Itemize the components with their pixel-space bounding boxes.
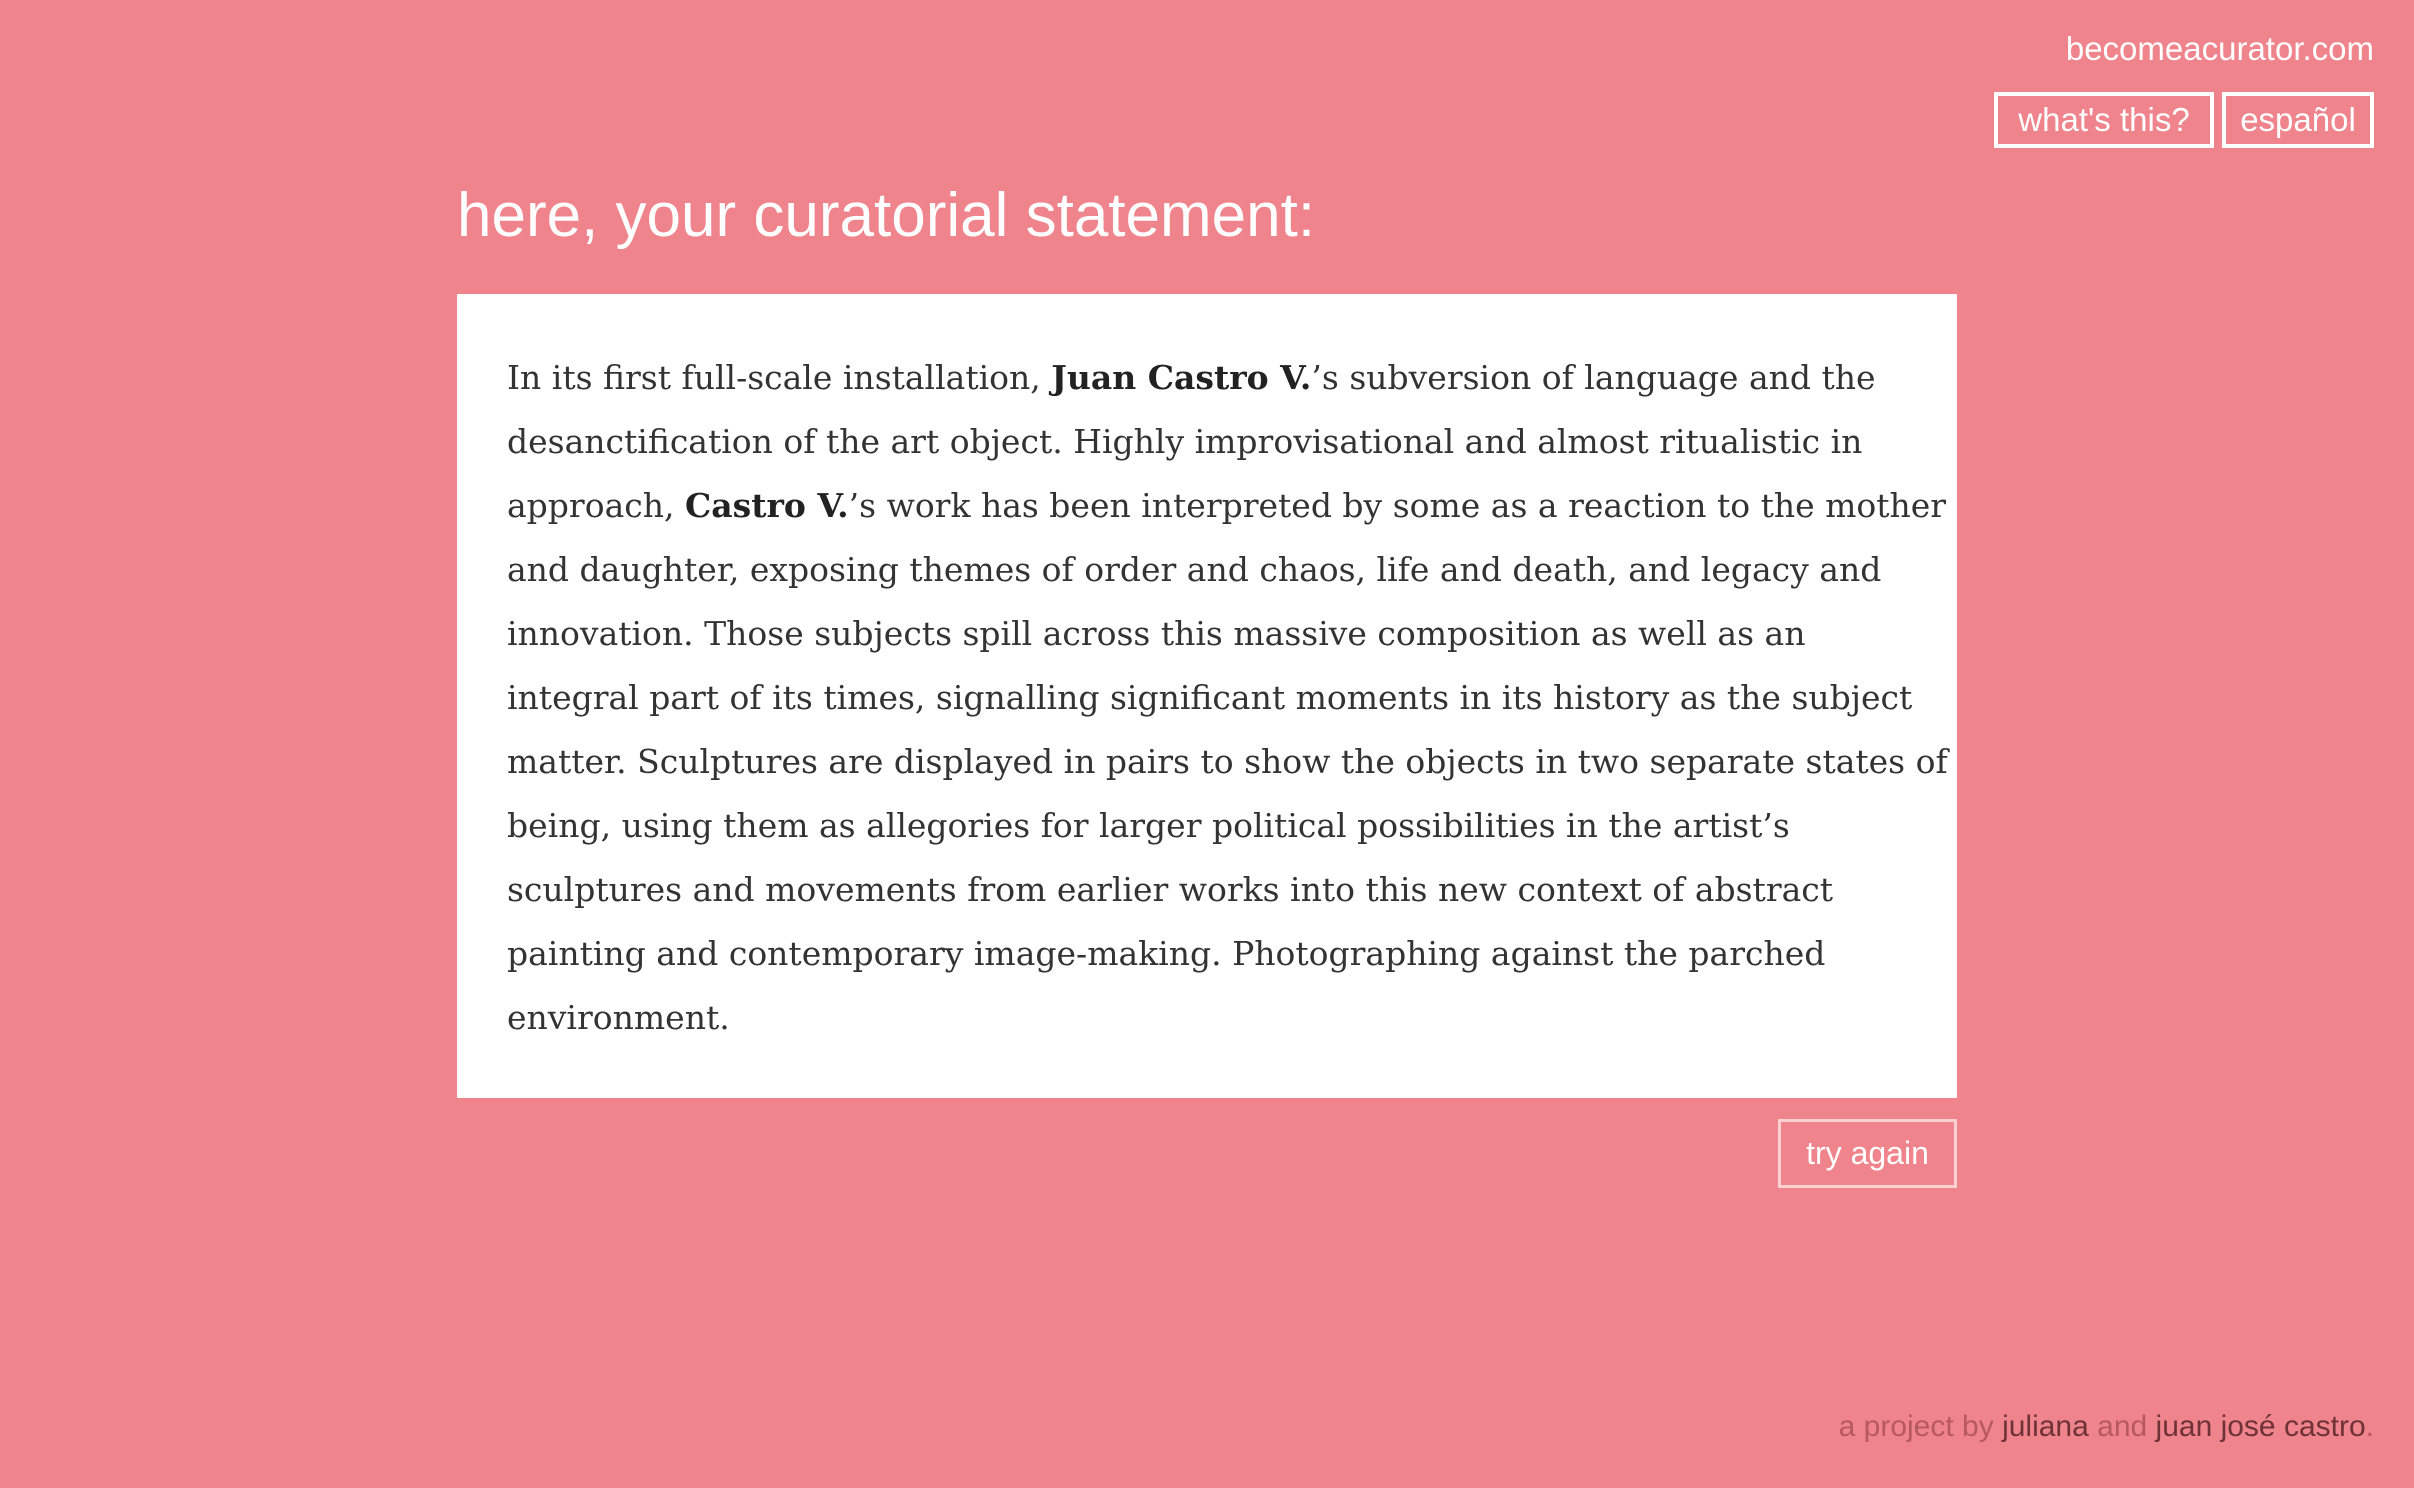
artist-name: Juan Castro V. — [1051, 358, 1312, 397]
statement-text: ’s work has been interpreted by some as … — [848, 486, 1947, 525]
statement-line: In its first full-scale installation, Ju… — [507, 346, 1907, 410]
footer-and: and — [2088, 1410, 2156, 1443]
espanol-button[interactable]: español — [2222, 92, 2374, 148]
site-link[interactable]: becomeacurator.com — [2066, 30, 2374, 68]
footer-credits: a project by juliana and juan josé castr… — [1839, 1410, 2374, 1444]
statement-text: integral part of its times, signalling s… — [507, 678, 1913, 717]
statement-line: innovation. Those subjects spill across … — [507, 602, 1907, 666]
statement-text: ’s subversion of language and the — [1311, 358, 1876, 397]
statement-text: approach, — [507, 486, 685, 525]
statement-text: being, using them as allegories for larg… — [507, 806, 1790, 845]
footer-prefix: a project by — [1838, 1410, 2003, 1443]
footer-suffix: . — [2365, 1410, 2374, 1443]
statement-line: matter. Sculptures are displayed in pair… — [507, 730, 1948, 794]
statement-panel: In its first full-scale installation, Ju… — [457, 294, 1957, 1098]
statement-line: environment. — [507, 986, 1907, 1050]
statement-text: In its first full-scale installation, — [507, 358, 1052, 397]
statement-text: painting and contemporary image-making. … — [507, 934, 1826, 973]
statement-line: desanctification of the art object. High… — [507, 410, 1907, 474]
statement-text: sculptures and movements from earlier wo… — [507, 870, 1834, 909]
page-title: here, your curatorial statement: — [457, 181, 1316, 250]
whats-this-button[interactable]: what's this? — [1994, 92, 2214, 148]
statement-text: desanctification of the art object. High… — [507, 422, 1863, 461]
statement-line: painting and contemporary image-making. … — [507, 922, 1907, 986]
artist-name: Castro V. — [684, 486, 849, 525]
statement-line: being, using them as allegories for larg… — [507, 794, 1907, 858]
statement-line: sculptures and movements from earlier wo… — [507, 858, 1907, 922]
statement-text: and daughter, exposing themes of order a… — [507, 550, 1882, 589]
author-link-juliana[interactable]: juliana — [2002, 1410, 2089, 1443]
statement-text: environment. — [507, 998, 730, 1037]
statement-text: matter. Sculptures are displayed in pair… — [507, 742, 1948, 781]
statement-line: approach, Castro V.’s work has been inte… — [507, 474, 1946, 538]
author-link-juan-jose-castro[interactable]: juan josé castro — [2156, 1410, 2366, 1443]
statement-text: innovation. Those subjects spill across … — [507, 614, 1806, 653]
statement-line: and daughter, exposing themes of order a… — [507, 538, 1907, 602]
try-again-button[interactable]: try again — [1778, 1119, 1957, 1188]
statement-line: integral part of its times, signalling s… — [507, 666, 1912, 730]
